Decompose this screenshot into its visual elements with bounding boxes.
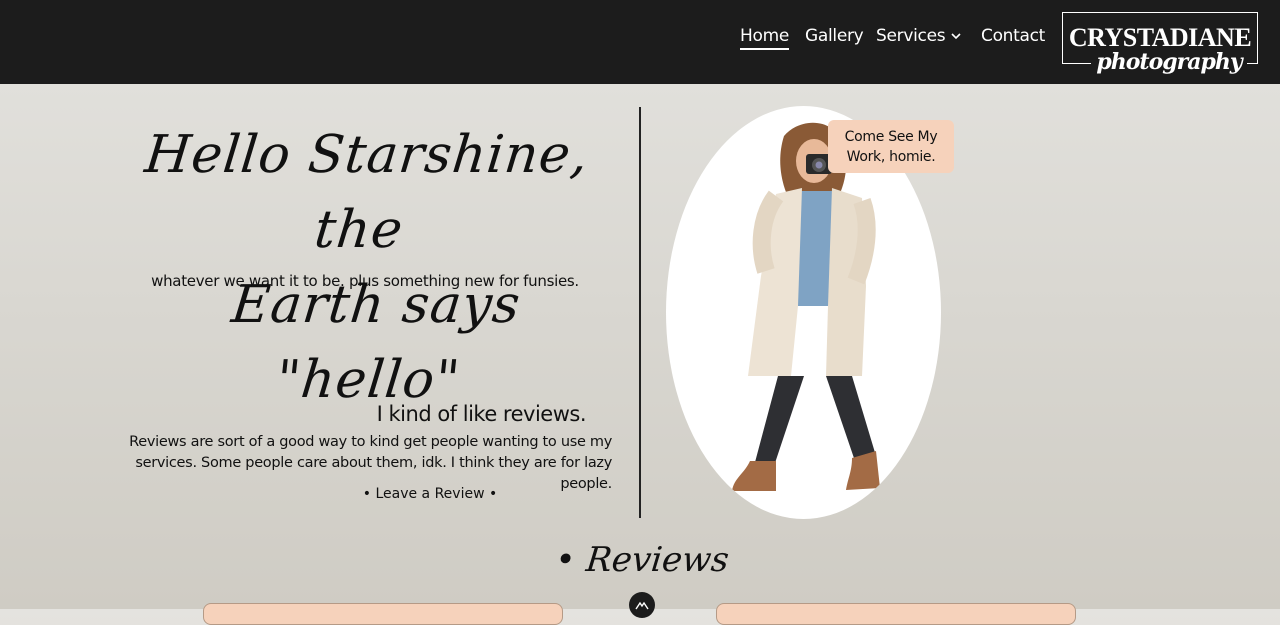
nav-home[interactable]: Home: [740, 26, 789, 50]
site-header: Home Gallery Services Contact CRYSTADIAN…: [0, 0, 1280, 84]
leave-review-link[interactable]: • Leave a Review •: [330, 486, 530, 502]
reviews-teaser-heading: I kind of like reviews.: [376, 402, 587, 426]
scroll-button[interactable]: [629, 592, 655, 618]
nav-services[interactable]: Services: [876, 26, 961, 46]
nav-contact[interactable]: Contact: [981, 26, 1045, 46]
review-card-left: [203, 603, 563, 625]
mountain-icon: [635, 601, 649, 610]
vertical-divider: [639, 107, 641, 518]
logo-sub-wrap: photography: [1091, 49, 1247, 81]
logo-main-text: CRYSTADIANE: [1068, 23, 1252, 52]
hero-title: Hello Starshine, the Earth says "hello": [84, 118, 626, 418]
chevron-down-icon: [951, 33, 961, 40]
hero-subtitle: whatever we want it to be. plus somethin…: [151, 272, 579, 290]
nav-gallery[interactable]: Gallery: [805, 26, 864, 46]
site-logo[interactable]: CRYSTADIANE photography: [1062, 12, 1258, 81]
logo-sub-text: photography: [1096, 49, 1242, 75]
work-bubble[interactable]: Come See My Work, homie.: [828, 120, 954, 173]
hero-title-line-2: Earth says "hello": [228, 275, 524, 410]
nav-services-label: Services: [876, 26, 946, 46]
review-card-right: [716, 603, 1076, 625]
hero-title-line-1: Hello Starshine, the: [142, 125, 592, 260]
